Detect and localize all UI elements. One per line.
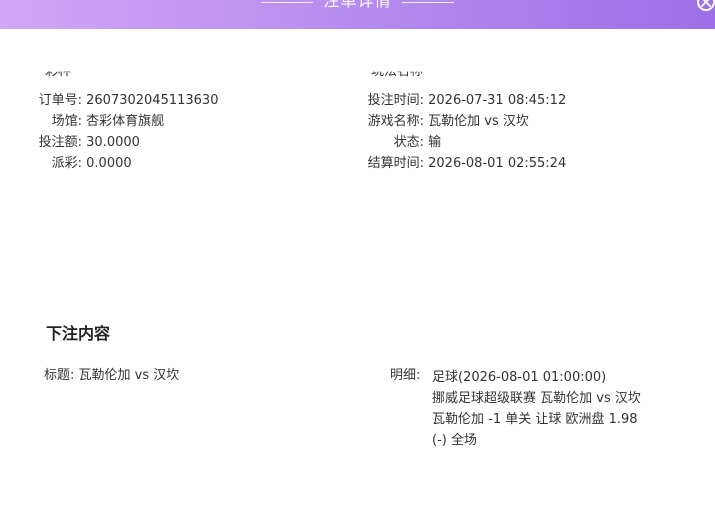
bet-content-title: 下注内容: [46, 324, 111, 343]
status-label: 状态:: [393, 135, 424, 150]
dialog-title: 注单详情: [323, 0, 392, 10]
bet-time-row: 投注时间: 2026-07-31 08:45:12: [362, 91, 567, 111]
settle-time-row: 结算时间: 2026-08-01 02:55:24: [362, 154, 567, 174]
bet-detail-label: 明细:: [390, 368, 421, 383]
dialog-body: 彩种 玩法名称 订单号: 2607302045113630 场馆: 杏彩体育旗舰…: [0, 29, 715, 513]
bet-time-value: 2026-07-31 08:45:12: [428, 93, 567, 108]
dialog-title-wrap: 注单详情: [0, 0, 715, 11]
bet-amount-value: 30.0000: [86, 135, 140, 150]
venue-row: 场馆: 杏彩体育旗舰: [6, 112, 165, 132]
cut-row-right-label: 玩法名称: [371, 64, 424, 79]
payout-row: 派彩: 0.0000: [6, 154, 132, 174]
order-number-label: 订单号:: [38, 93, 82, 108]
settle-time-value: 2026-08-01 02:55:24: [428, 156, 567, 171]
title-right-line: [401, 1, 454, 3]
bet-detail-line: (-) 全场: [432, 433, 477, 448]
title-left-line: [261, 1, 314, 3]
cut-row-left-label: 彩种: [45, 64, 72, 79]
bet-detail-line: 足球(2026-08-01 01:00:00): [432, 370, 607, 385]
order-number-value: 2607302045113630: [86, 93, 219, 108]
status-value: 输: [428, 135, 442, 150]
game-name-value: 瓦勒伦加 vs 汉坎: [428, 114, 529, 129]
bet-subject-row: 标题: 瓦勒伦加 vs 汉坎: [44, 366, 179, 386]
bet-detail-line: 挪威足球超级联赛 瓦勒伦加 vs 汉坎: [432, 391, 641, 406]
payout-value: 0.0000: [86, 156, 132, 171]
cut-row-left: 彩种: [45, 64, 72, 82]
game-name-label: 游戏名称:: [367, 114, 424, 129]
status-row: 状态: 输: [362, 133, 442, 153]
dialog-header: 注单详情: [0, 0, 715, 29]
order-number-row: 订单号: 2607302045113630: [6, 91, 219, 111]
payout-label: 派彩:: [51, 156, 82, 171]
bet-time-label: 投注时间:: [367, 93, 424, 108]
bet-detail-lines: 足球(2026-08-01 01:00:00) 挪威足球超级联赛 瓦勒伦加 vs…: [432, 367, 641, 451]
bet-subject-label: 标题:: [44, 368, 75, 383]
bet-amount-row: 投注额: 30.0000: [6, 133, 140, 153]
venue-value: 杏彩体育旗舰: [86, 114, 165, 129]
bet-subject-value: 瓦勒伦加 vs 汉坎: [78, 368, 180, 383]
venue-label: 场馆:: [51, 114, 82, 129]
settle-time-label: 结算时间:: [367, 156, 424, 171]
bet-detail-label-row: 明细:: [390, 366, 420, 386]
bet-detail-line: 瓦勒伦加 -1 单关 让球 欧洲盘 1.98: [432, 412, 638, 427]
game-name-row: 游戏名称: 瓦勒伦加 vs 汉坎: [362, 112, 529, 132]
close-icon: [701, 0, 711, 7]
cut-row-right: 玩法名称: [371, 64, 424, 82]
bet-amount-label: 投注额:: [38, 135, 82, 150]
